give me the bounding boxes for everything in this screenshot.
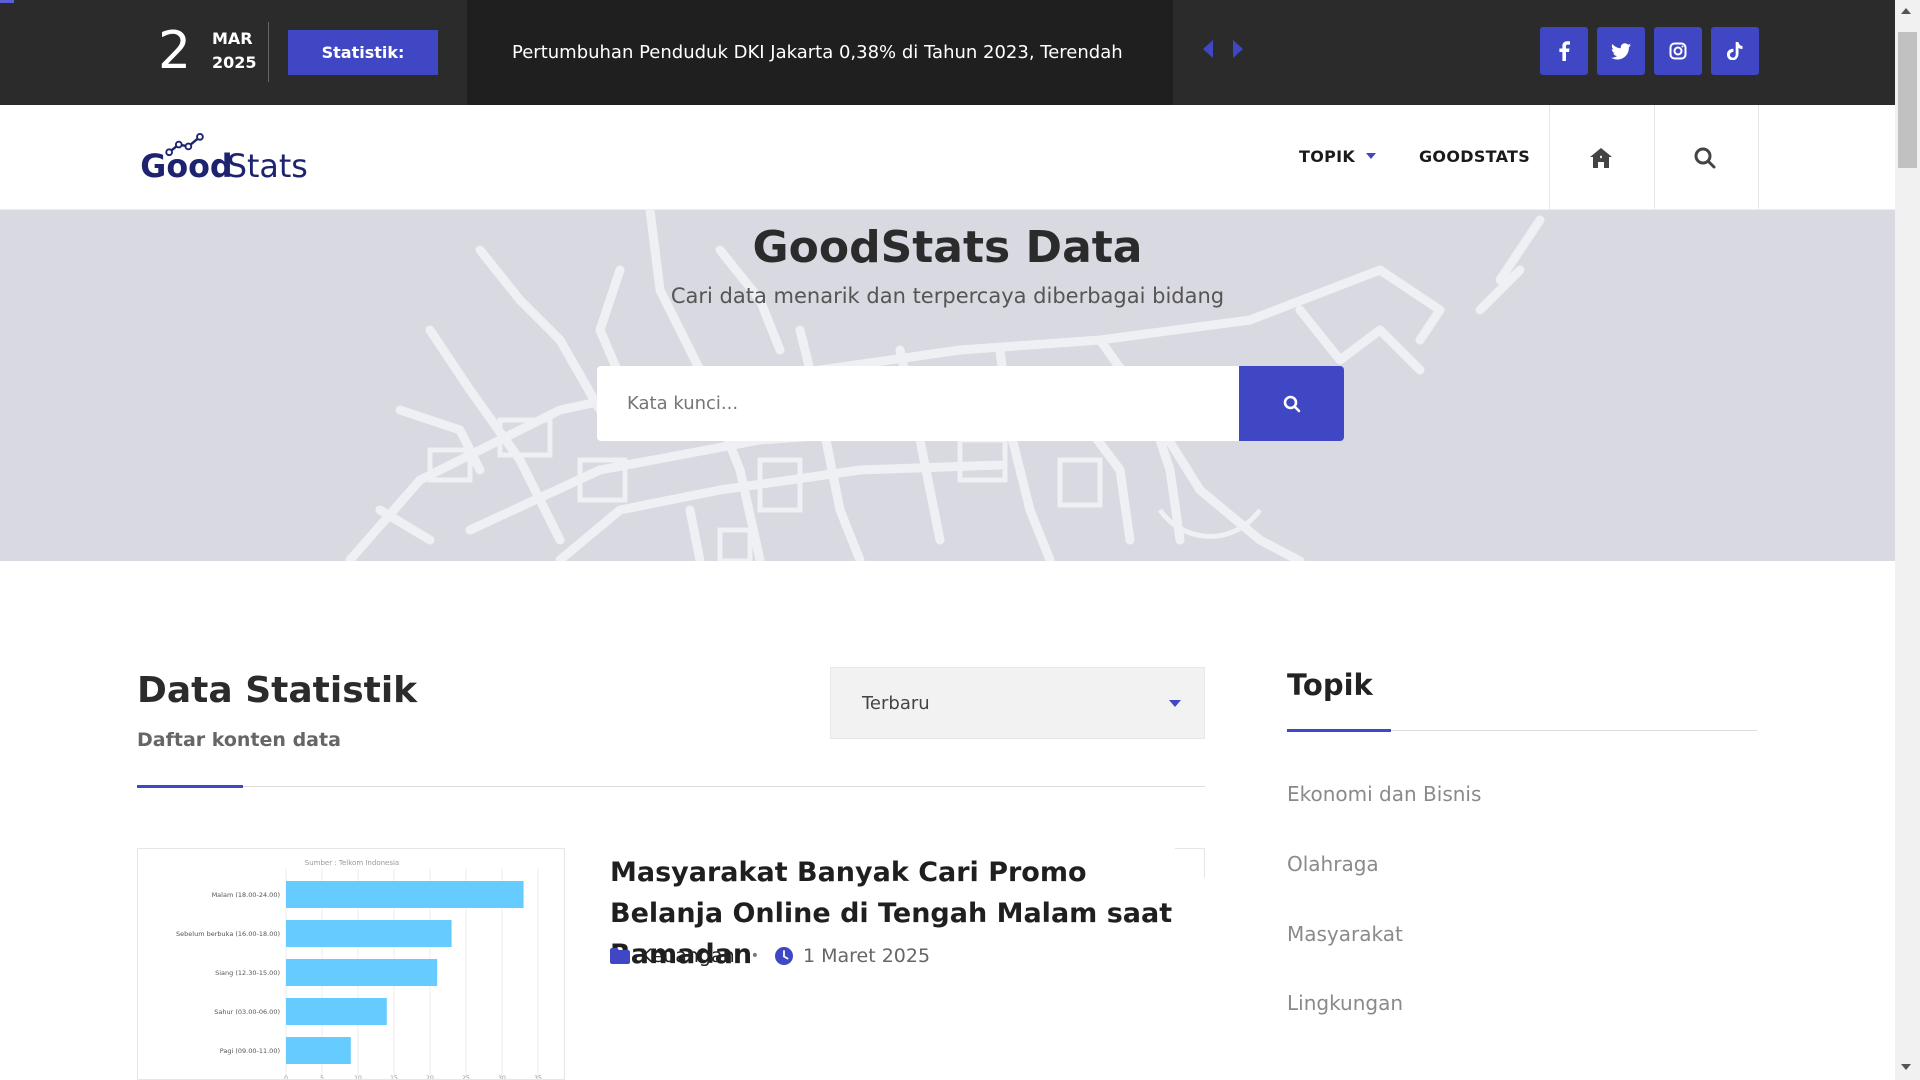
section-divider xyxy=(137,786,1205,787)
facebook-icon xyxy=(1559,41,1570,61)
scroll-down-icon[interactable] xyxy=(1901,1064,1911,1070)
search-submit-button[interactable] xyxy=(1239,366,1344,441)
sort-selected-value: Terbaru xyxy=(862,692,930,714)
article-date: 1 Maret 2025 xyxy=(802,945,931,967)
logo-text-stats: Stats xyxy=(227,149,308,183)
logo-text-good: Good xyxy=(140,149,232,183)
twitter-icon xyxy=(1611,42,1631,59)
facebook-button[interactable] xyxy=(1540,27,1588,75)
chart-category-label: Malam (18.00-24.00) xyxy=(212,891,280,899)
chart-tick-label: 10 xyxy=(354,1075,362,1080)
nav-goodstats[interactable]: GOODSTATS xyxy=(1419,147,1530,166)
news-ticker[interactable]: Pertumbuhan Penduduk DKI Jakarta 0,38% d… xyxy=(467,0,1173,105)
chart-tick-label: 20 xyxy=(426,1075,434,1080)
article-category[interactable]: Keuangan xyxy=(640,945,735,967)
section-title: Data Statistik xyxy=(137,670,418,711)
chart-category-label: Sebelum berbuka (16.00-18.00) xyxy=(176,930,280,938)
chart-tick-label: 35 xyxy=(534,1075,542,1080)
nav-divider xyxy=(1654,105,1655,210)
chart-tick-label: 15 xyxy=(390,1075,398,1080)
sidebar-title: Topik xyxy=(1287,668,1373,702)
topic-link[interactable]: Ekonomi dan Bisnis xyxy=(1287,782,1481,806)
clock-icon xyxy=(774,947,793,965)
article-thumbnail[interactable]: 0 5 10 15 20 25 30 35 Sumber : Telkom Indonesia M… xyxy=(137,848,565,1080)
tiktok-icon xyxy=(1727,42,1743,60)
article-meta: Keuangan • 1 Maret 2025 xyxy=(610,945,930,967)
topic-link[interactable]: Lingkungan xyxy=(1287,991,1403,1015)
nav-divider xyxy=(1758,105,1759,210)
nav-topik[interactable]: TOPIK xyxy=(1299,147,1355,166)
sort-dropdown[interactable]: Terbaru xyxy=(830,667,1205,739)
statistik-label: Statistik: xyxy=(288,30,438,75)
ticker-headline[interactable]: Pertumbuhan Penduduk DKI Jakarta 0,38% d… xyxy=(512,42,1123,63)
topic-link[interactable]: Olahraga xyxy=(1287,852,1379,876)
chart-category-label: Pagi (09.00-11.00) xyxy=(220,1047,280,1055)
instagram-icon xyxy=(1669,42,1687,60)
home-icon xyxy=(1590,148,1612,168)
chart-tick-label: 30 xyxy=(498,1075,506,1080)
section-divider-accent xyxy=(137,785,243,788)
tiktok-button[interactable] xyxy=(1711,27,1759,75)
chevron-down-icon[interactable] xyxy=(1366,153,1376,159)
folder-icon xyxy=(610,948,630,964)
sidebar-divider-accent xyxy=(1287,729,1391,732)
goodstats-logo[interactable]: Good Stats xyxy=(137,133,309,183)
ticker-next-icon[interactable] xyxy=(1233,40,1243,58)
date-divider xyxy=(268,22,269,82)
chart-category-label: Siang (12.30-15.00) xyxy=(215,969,280,977)
chart-bar xyxy=(286,998,387,1025)
keyword-search-input[interactable] xyxy=(597,366,1240,441)
chevron-down-icon[interactable] xyxy=(1169,700,1181,707)
chart-tick-label: 25 xyxy=(462,1075,470,1080)
scroll-up-icon[interactable] xyxy=(1901,8,1911,14)
chart-source-label: Sumber : Telkom Indonesia xyxy=(305,859,399,867)
topic-link[interactable]: Masyarakat xyxy=(1287,922,1403,946)
search-toggle-button[interactable] xyxy=(1685,140,1725,176)
search-icon xyxy=(1283,395,1300,412)
search-icon xyxy=(1694,147,1716,169)
hero-subtitle: Cari data menarik dan terpercaya diberba… xyxy=(670,284,1225,308)
chart-bar xyxy=(286,920,452,947)
section-subtitle: Daftar konten data xyxy=(137,729,341,751)
meta-separator-dot: • xyxy=(750,948,759,964)
home-button[interactable] xyxy=(1581,140,1621,176)
chart-category-label: Sahur (03.00-06.00) xyxy=(214,1008,280,1016)
scrollbar-thumb[interactable] xyxy=(1898,32,1917,168)
chart-tick-label: 0 xyxy=(284,1075,288,1080)
twitter-button[interactable] xyxy=(1597,27,1645,75)
chart-tick-label: 5 xyxy=(320,1075,324,1080)
date-year: 2025 xyxy=(212,53,257,72)
chart-bar xyxy=(286,1037,351,1064)
thumbnail-bar-chart: 0 5 10 15 20 25 30 35 Sumber : Telkom Indonesia M… xyxy=(176,859,542,1080)
ticker-prev-icon[interactable] xyxy=(1203,40,1213,58)
hero-title: GoodStats Data xyxy=(752,222,1143,273)
chart-bar xyxy=(286,881,524,908)
nav-divider xyxy=(1549,105,1550,210)
date-month: MAR xyxy=(212,29,253,48)
instagram-button[interactable] xyxy=(1654,27,1702,75)
date-day: 2 xyxy=(158,21,192,81)
accent-line xyxy=(0,0,14,3)
chart-bar xyxy=(286,959,438,986)
